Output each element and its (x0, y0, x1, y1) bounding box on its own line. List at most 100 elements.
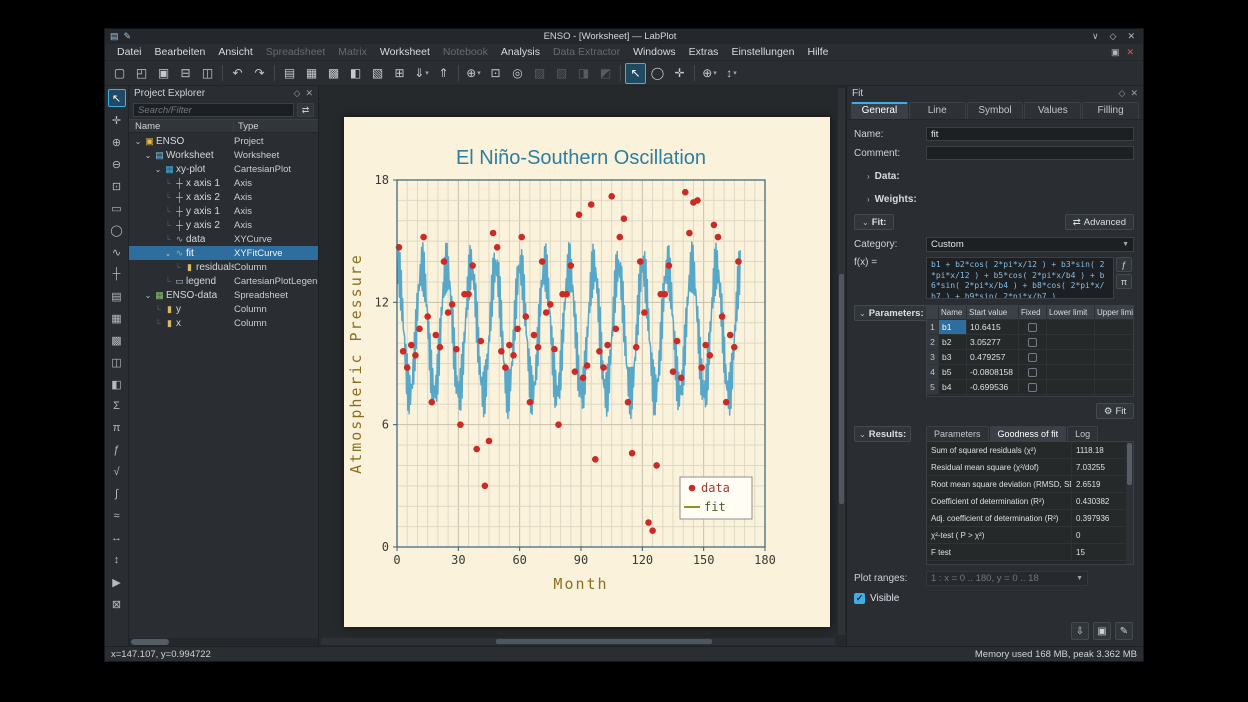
new-spreadsheet-button[interactable]: ▦ (301, 63, 322, 84)
pi-tool[interactable]: π (108, 419, 126, 437)
results-tab-log[interactable]: Log (1067, 426, 1098, 441)
save-template-button[interactable]: ▣ (1093, 622, 1111, 640)
param-header-name[interactable]: Name (939, 306, 967, 320)
worksheet-sheet[interactable]: 0306090120150180061218El Niño-Southern O… (344, 117, 830, 627)
name-field[interactable] (926, 127, 1134, 141)
param-name-cell[interactable]: b5 (939, 365, 967, 380)
param-start-value-cell[interactable]: -0.699536 (967, 380, 1019, 395)
select-pointer-button[interactable]: ↖ (625, 63, 646, 84)
param-upper-limit-cell[interactable] (1095, 335, 1134, 350)
redo-button[interactable]: ↷ (249, 63, 270, 84)
category-combobox[interactable]: Custom ▼ (926, 237, 1134, 252)
scrollbar-handle[interactable] (131, 639, 169, 645)
results-section-toggle[interactable]: ⌄ Results: (854, 426, 911, 442)
param-name-cell[interactable]: b3 (939, 350, 967, 365)
menu-analysis[interactable]: Analysis (495, 45, 546, 59)
menu-einstellungen[interactable]: Einstellungen (725, 45, 800, 59)
param-start-value-cell[interactable]: 10.6415 (967, 320, 1019, 335)
fixed-checkbox[interactable] (1028, 383, 1037, 392)
pointer-tool[interactable]: ↖ (108, 89, 126, 107)
tab-values[interactable]: Values (1024, 102, 1081, 119)
export-button[interactable]: ⇑ (433, 63, 454, 84)
new-datapicker-button[interactable]: ⊞ (389, 63, 410, 84)
h-resize-tool[interactable]: ↔ (108, 529, 126, 547)
tree-row-y[interactable]: └▮yColumn (129, 302, 318, 316)
param-name-cell[interactable]: b2 (939, 335, 967, 350)
project-tree-hscrollbar[interactable] (129, 638, 318, 646)
new-file-button[interactable]: ▢ (109, 63, 130, 84)
fixed-checkbox[interactable] (1028, 338, 1037, 347)
sum-tool[interactable]: Σ (108, 397, 126, 415)
visible-checkbox[interactable]: ✓ (854, 593, 865, 604)
zoom-button[interactable]: ⊕▾ (463, 63, 484, 84)
functions-button[interactable]: ƒ (1116, 257, 1132, 272)
approx-tool[interactable]: ≈ (108, 507, 126, 525)
tree-row-enso-data[interactable]: ⌄▦ENSO-dataSpreadsheet (129, 288, 318, 302)
dock-float-icon[interactable]: ◇ (294, 88, 301, 99)
scrollbar-handle[interactable] (839, 274, 844, 504)
tree-row-xy-plot[interactable]: ⌄▦xy-plotCartesianPlot (129, 162, 318, 176)
param-start-value-cell[interactable]: -0.0808158 (967, 365, 1019, 380)
goodness-table[interactable]: Sum of squared residuals (χ²)1118.18Resi… (926, 441, 1134, 565)
constants-button[interactable]: π (1116, 274, 1132, 289)
results-vscrollbar[interactable] (1126, 442, 1133, 564)
dock-close-icon[interactable]: ✕ (305, 88, 313, 99)
param-lower-limit-cell[interactable] (1047, 365, 1095, 380)
zoom-mode-button[interactable]: ⊕▾ (699, 63, 720, 84)
mdi-close-icon[interactable]: ✕ (1123, 47, 1137, 58)
shift-mode-button[interactable]: ↕▾ (721, 63, 742, 84)
param-name-cell[interactable]: b4 (939, 380, 967, 395)
param-header-upper-limit[interactable]: Upper limit (1095, 306, 1134, 320)
menu-ansicht[interactable]: Ansicht (212, 45, 258, 59)
param-fixed-cell[interactable] (1019, 365, 1047, 380)
tree-row-x-axis-1[interactable]: └┼x axis 1Axis (129, 176, 318, 190)
param-header-lower-limit[interactable]: Lower limit (1047, 306, 1095, 320)
print-button[interactable]: ⊟ (175, 63, 196, 84)
param-lower-limit-cell[interactable] (1047, 380, 1095, 395)
integral-tool[interactable]: ∫ (108, 485, 126, 503)
expand-arrow-icon[interactable]: ⌄ (163, 249, 173, 258)
dock-float-icon[interactable]: ◇ (1119, 88, 1126, 99)
cursor-tool-button[interactable]: ◯ (647, 63, 668, 84)
play-tool[interactable]: ▶ (108, 573, 126, 591)
tab-general[interactable]: General (851, 102, 908, 119)
comment-field[interactable] (926, 146, 1134, 160)
fixed-checkbox[interactable] (1028, 323, 1037, 332)
scrollbar-handle[interactable] (496, 639, 712, 644)
magnifier-button[interactable]: ◎ (507, 63, 528, 84)
curve-tool[interactable]: ∿ (108, 243, 126, 261)
search-input[interactable] (133, 103, 294, 117)
param-start-value-cell[interactable]: 3.05277 (967, 335, 1019, 350)
spreadsheet-tool[interactable]: ▦ (108, 309, 126, 327)
param-header-start-value[interactable]: Start value (967, 306, 1019, 320)
new-notebook-button[interactable]: ▧ (367, 63, 388, 84)
close-tool[interactable]: ⊠ (108, 595, 126, 613)
tree-row-y-axis-2[interactable]: └┼y axis 2Axis (129, 218, 318, 232)
mdi-restore-icon[interactable]: ▣ (1108, 47, 1123, 58)
param-lower-limit-cell[interactable] (1047, 335, 1095, 350)
tree-row-worksheet[interactable]: ⌄▤WorksheetWorksheet (129, 148, 318, 162)
dock-close-icon[interactable]: ✕ (1130, 88, 1138, 99)
axis-tool[interactable]: ┼ (108, 265, 126, 283)
param-upper-limit-cell[interactable] (1095, 380, 1134, 395)
expand-arrow-icon[interactable]: ⌄ (143, 291, 153, 300)
param-upper-limit-cell[interactable] (1095, 320, 1134, 335)
title-bar[interactable]: ▤ ✎ ENSO - [Worksheet] — LabPlot ∨ ◇ ✕ (105, 29, 1143, 44)
formula-editor[interactable]: b1 + b2*cos( 2*pi*x/12 ) + b3*sin( 2*pi*… (926, 257, 1114, 299)
parameters-table[interactable]: NameStart valueFixedLower limitUpper lim… (926, 305, 1134, 397)
param-lower-limit-cell[interactable] (1047, 320, 1095, 335)
scrollbar-handle[interactable] (1127, 443, 1132, 485)
fixed-checkbox[interactable] (1028, 368, 1037, 377)
undo-button[interactable]: ↶ (227, 63, 248, 84)
param-fixed-cell[interactable] (1019, 350, 1047, 365)
expand-arrow-icon[interactable]: ⌄ (143, 151, 153, 160)
menu-extras[interactable]: Extras (683, 45, 725, 59)
param-lower-limit-cell[interactable] (1047, 350, 1095, 365)
tab-line[interactable]: Line (909, 102, 966, 119)
load-template-button[interactable]: ⇩ (1071, 622, 1089, 640)
zoom-in-tool[interactable]: ⊕ (108, 133, 126, 151)
close-icon[interactable]: ✕ (1124, 31, 1138, 42)
results-tab-parameters[interactable]: Parameters (926, 426, 989, 441)
new-worksheet-button[interactable]: ◧ (345, 63, 366, 84)
expand-arrow-icon[interactable]: ⌄ (153, 165, 163, 174)
